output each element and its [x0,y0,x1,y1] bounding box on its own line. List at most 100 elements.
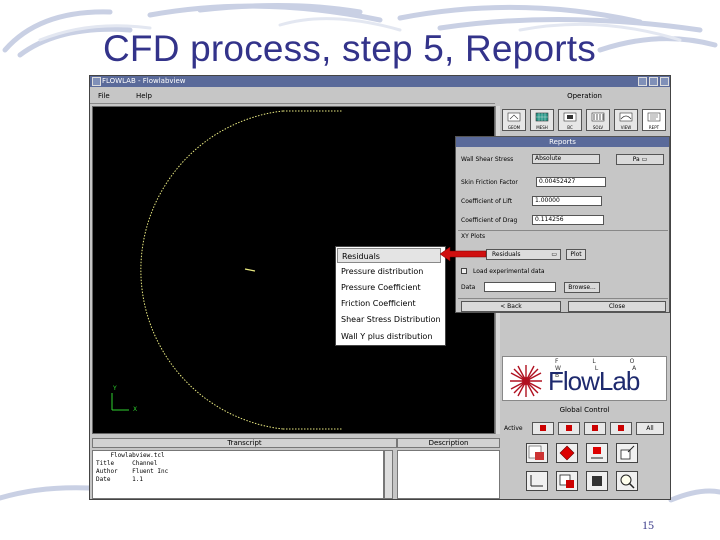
xy-plot-dropdown-menu: Residuals Pressure distribution Pressure… [335,246,446,346]
stop-button[interactable] [556,443,578,463]
back-button[interactable]: < Back [461,301,561,312]
xy-plot-select[interactable]: Residuals ▭ [486,249,561,260]
data-file-label: Data [461,284,476,291]
geometry-button-label: GEOM [507,125,521,130]
divider [458,230,668,231]
axis-triad-icon [111,393,129,411]
starburst-logo-icon [510,365,542,397]
close-icon[interactable] [660,77,669,86]
transcript-header: Transcript [92,438,397,448]
reports-dialog-title: Reports [456,137,669,147]
lift-coefficient-label: Coefficient of Lift [461,198,513,205]
menu-item-pressure-coefficient[interactable]: Pressure Coefficient [341,280,445,295]
view-icon [619,112,633,122]
data-file-field[interactable] [484,282,556,292]
drag-coefficient-field[interactable]: 0.114256 [532,215,604,225]
menu-file[interactable]: File [98,92,110,100]
wall-shear-select[interactable]: Absolute [532,154,600,164]
divider [458,298,668,299]
geometry-display-icon [559,474,574,488]
wall-shear-unit: Pa [632,156,640,163]
wall-shear-label: Wall Shear Stress [461,156,514,163]
mesh-display-icon [528,445,544,460]
report-icon [647,112,661,122]
boundary-conditions-button[interactable]: BC [558,109,582,131]
transcript-line: Date 1.1 [96,476,143,483]
xy-plots-label: XY Plots [461,233,486,240]
window-titlebar: FLOWLAB - Flowlabview [90,76,670,87]
minimize-icon[interactable] [638,77,647,86]
transcript-scrollbar[interactable] [384,450,393,499]
slide-page-number: 15 [642,518,654,532]
browse-button[interactable]: Browse... [564,282,600,293]
mesh-icon [535,112,549,122]
geometry-button[interactable]: GEOM [502,109,526,131]
maximize-icon[interactable] [649,77,658,86]
zoom-icon [620,474,635,489]
control-button-1[interactable] [532,422,554,435]
mesh-button-label: MESH [536,125,548,130]
view-button-label: VIEW [620,125,632,130]
report-button[interactable]: REPT [642,109,666,131]
solve-button[interactable]: SOLV [586,109,610,131]
lift-coefficient-field[interactable]: 1.00000 [532,196,602,206]
description-panel: Description [397,438,500,499]
axis-button[interactable] [526,471,548,491]
solve-button-label: SOLV [592,125,604,130]
all-button[interactable]: All [636,422,664,435]
red-pointer-arrow-icon [440,246,487,262]
airfoil-shape [244,268,256,272]
operation-label: Operation [567,92,602,100]
transcript-text: Flowlabview.tcl Title Channel Author Fluen… [92,450,384,499]
close-button[interactable]: Close [568,301,666,312]
wall-shear-unit-select[interactable]: Pa ▭ [616,154,664,165]
display-mesh-button[interactable] [526,443,548,463]
geometry-display-button[interactable] [556,471,578,491]
logo-text: FlowLab [548,366,640,396]
drag-coefficient-label: Coefficient of Drag [461,217,518,224]
active-label: Active [504,425,523,432]
experimental-data-checkbox[interactable] [461,268,467,274]
transcript-panel: Transcript Flowlabview.tcl Title Channel A… [92,438,397,499]
menu-item-wall-y-plus-distribution[interactable]: Wall Y plus distribution [341,329,445,344]
axis-y-label: Y [113,385,117,392]
probe-button[interactable] [616,443,638,463]
plot-button[interactable]: Plot [566,249,586,260]
geometry-icon [507,112,521,122]
window-button[interactable] [586,471,608,491]
global-control-row: Active All [502,422,667,436]
boundary-conditions-icon [563,112,577,122]
xy-plot-select-value: Residuals [492,251,521,258]
control-button-4[interactable] [610,422,632,435]
window-menu-icon[interactable] [92,77,101,86]
window-icon [592,476,602,486]
solve-icon [591,112,605,122]
flowlab-logo: F L O W L A B FlowLab [502,356,667,401]
transcript-line: Title Channel [96,460,158,467]
menu-item-friction-coefficient[interactable]: Friction Coefficient [341,296,445,311]
zoom-button[interactable] [616,471,638,491]
menu-item-residuals[interactable]: Residuals [337,248,441,263]
description-text [397,450,500,499]
probe-icon [620,445,635,460]
mesh-button[interactable]: MESH [530,109,554,131]
global-control-label: Global Control [559,406,610,414]
view-button[interactable]: VIEW [614,109,638,131]
menu-item-shear-stress-distribution[interactable]: Shear Stress Distribution [341,312,445,327]
dropdown-icon: ▭ [641,156,648,163]
control-button-3[interactable] [584,422,606,435]
boundary-conditions-button-label: BC [567,125,573,130]
menu-item-pressure-distribution[interactable]: Pressure distribution [341,264,445,279]
marker-button[interactable] [586,443,608,463]
menu-help[interactable]: Help [136,92,152,100]
experimental-data-label: Load experimental data [473,268,545,275]
skin-friction-field[interactable]: 0.00452427 [536,177,606,187]
axis-icon [530,475,543,487]
control-button-2[interactable] [558,422,580,435]
marker-icon [591,447,603,459]
transcript-line: Author Fluent Inc [96,468,169,475]
stop-icon [559,445,575,461]
transcript-line: Flowlabview.tcl [96,452,165,459]
red-square-icon [566,425,572,431]
dropdown-icon: ▭ [551,251,557,258]
